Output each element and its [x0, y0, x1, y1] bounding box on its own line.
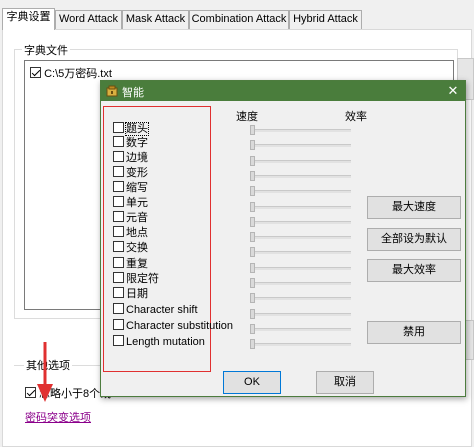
- option-checkbox[interactable]: [113, 287, 124, 298]
- option-checkbox[interactable]: [113, 303, 124, 314]
- slider-track[interactable]: [251, 282, 351, 285]
- dictionary-file-path: C:\5万密码.txt: [44, 68, 112, 80]
- slider-thumb[interactable]: [250, 232, 255, 243]
- option-checkbox[interactable]: [113, 181, 124, 192]
- slider-thumb[interactable]: [250, 247, 255, 258]
- option-checkbox[interactable]: [113, 151, 124, 162]
- slider-track[interactable]: [251, 159, 351, 163]
- speed-header: 速度: [236, 111, 258, 123]
- tab-word-attack[interactable]: Word Attack: [55, 10, 122, 29]
- option-checkbox[interactable]: [113, 166, 124, 177]
- slider-track[interactable]: [251, 190, 351, 194]
- slider-thumb[interactable]: [250, 216, 255, 227]
- slider-track[interactable]: [251, 266, 351, 270]
- max-efficiency-button[interactable]: 最大效率: [367, 259, 461, 282]
- option-checkbox[interactable]: [113, 319, 124, 330]
- slider-thumb[interactable]: [250, 323, 255, 334]
- slider-thumb[interactable]: [250, 155, 255, 166]
- slider-thumb[interactable]: [250, 140, 255, 151]
- dialog-title-bar[interactable]: 智能 ✕: [101, 81, 465, 101]
- slider-thumb[interactable]: [250, 308, 255, 319]
- dictionary-group-label: 字典文件: [22, 42, 70, 58]
- tab-mask-attack[interactable]: Mask Attack: [122, 10, 189, 29]
- smart-dialog: 智能 ✕ 题头 数字 边境 变形 缩写 单元 元音 地点 交换 重复 限定符 日…: [100, 80, 466, 397]
- slider-thumb[interactable]: [250, 186, 255, 197]
- option-checkbox[interactable]: [113, 122, 124, 133]
- option-digits[interactable]: 数字: [113, 136, 148, 150]
- app-icon: [106, 85, 118, 97]
- slider-thumb[interactable]: [250, 339, 255, 350]
- slider-track[interactable]: [251, 236, 351, 240]
- option-checkbox[interactable]: [113, 136, 124, 147]
- max-speed-button[interactable]: 最大速度: [367, 196, 461, 219]
- option-checkbox[interactable]: [113, 241, 124, 252]
- slider-track[interactable]: [251, 174, 351, 178]
- tab-hybrid-attack[interactable]: Hybrid Attack: [289, 10, 362, 29]
- option-header[interactable]: 题头: [113, 122, 149, 136]
- option-vowel[interactable]: 元音: [113, 211, 148, 225]
- option-swap[interactable]: 交换: [113, 241, 148, 255]
- option-checkbox[interactable]: [113, 226, 124, 237]
- close-icon[interactable]: ✕: [442, 81, 464, 101]
- option-checkbox[interactable]: [113, 335, 124, 346]
- slider-track[interactable]: [251, 251, 351, 255]
- efficiency-header: 效率: [345, 111, 367, 123]
- option-character-substitution[interactable]: Character substitution: [113, 319, 233, 333]
- slider-thumb[interactable]: [250, 262, 255, 273]
- dictionary-file-checkbox[interactable]: [30, 67, 41, 78]
- option-transform[interactable]: 变形: [113, 166, 148, 180]
- option-checkbox[interactable]: [113, 257, 124, 268]
- option-checkbox[interactable]: [113, 272, 124, 283]
- slider-thumb[interactable]: [250, 278, 255, 288]
- option-checkbox[interactable]: [113, 211, 124, 222]
- option-border[interactable]: 边境: [113, 151, 148, 165]
- disable-button[interactable]: 禁用: [367, 321, 461, 344]
- option-checkbox[interactable]: [113, 196, 124, 207]
- option-abbreviation[interactable]: 缩写: [113, 181, 148, 195]
- option-character-shift[interactable]: Character shift: [113, 303, 198, 317]
- option-unit[interactable]: 单元: [113, 196, 148, 210]
- option-date[interactable]: 日期: [113, 287, 148, 301]
- option-location[interactable]: 地点: [113, 226, 148, 240]
- slider-thumb[interactable]: [250, 125, 255, 135]
- list-item[interactable]: C:\5万密码.txt: [30, 65, 112, 81]
- cancel-button[interactable]: 取消: [316, 371, 374, 394]
- tab-dictionary-settings[interactable]: 字典设置: [2, 8, 55, 30]
- slider-track[interactable]: [251, 205, 351, 209]
- slider-track[interactable]: [251, 297, 351, 301]
- mutation-options-link[interactable]: 密码突变选项: [25, 409, 91, 425]
- set-all-default-button[interactable]: 全部设为默认: [367, 228, 461, 251]
- slider-track[interactable]: [251, 343, 351, 347]
- slider-track[interactable]: [251, 327, 351, 331]
- option-repeat[interactable]: 重复: [113, 257, 148, 271]
- option-qualifier[interactable]: 限定符: [113, 272, 159, 286]
- slider-track[interactable]: [251, 312, 351, 316]
- ok-button[interactable]: OK: [223, 371, 281, 394]
- slider-thumb[interactable]: [250, 293, 255, 304]
- slider-track[interactable]: [251, 129, 351, 132]
- option-length-mutation[interactable]: Length mutation: [113, 335, 205, 349]
- slider-thumb[interactable]: [250, 201, 255, 212]
- dialog-title: 智能: [122, 87, 144, 99]
- red-arrow-annotation: [37, 342, 53, 402]
- slider-track[interactable]: [251, 144, 351, 148]
- tab-combination-attack[interactable]: Combination Attack: [189, 10, 289, 29]
- slider-track[interactable]: [251, 220, 351, 224]
- slider-thumb[interactable]: [250, 170, 255, 181]
